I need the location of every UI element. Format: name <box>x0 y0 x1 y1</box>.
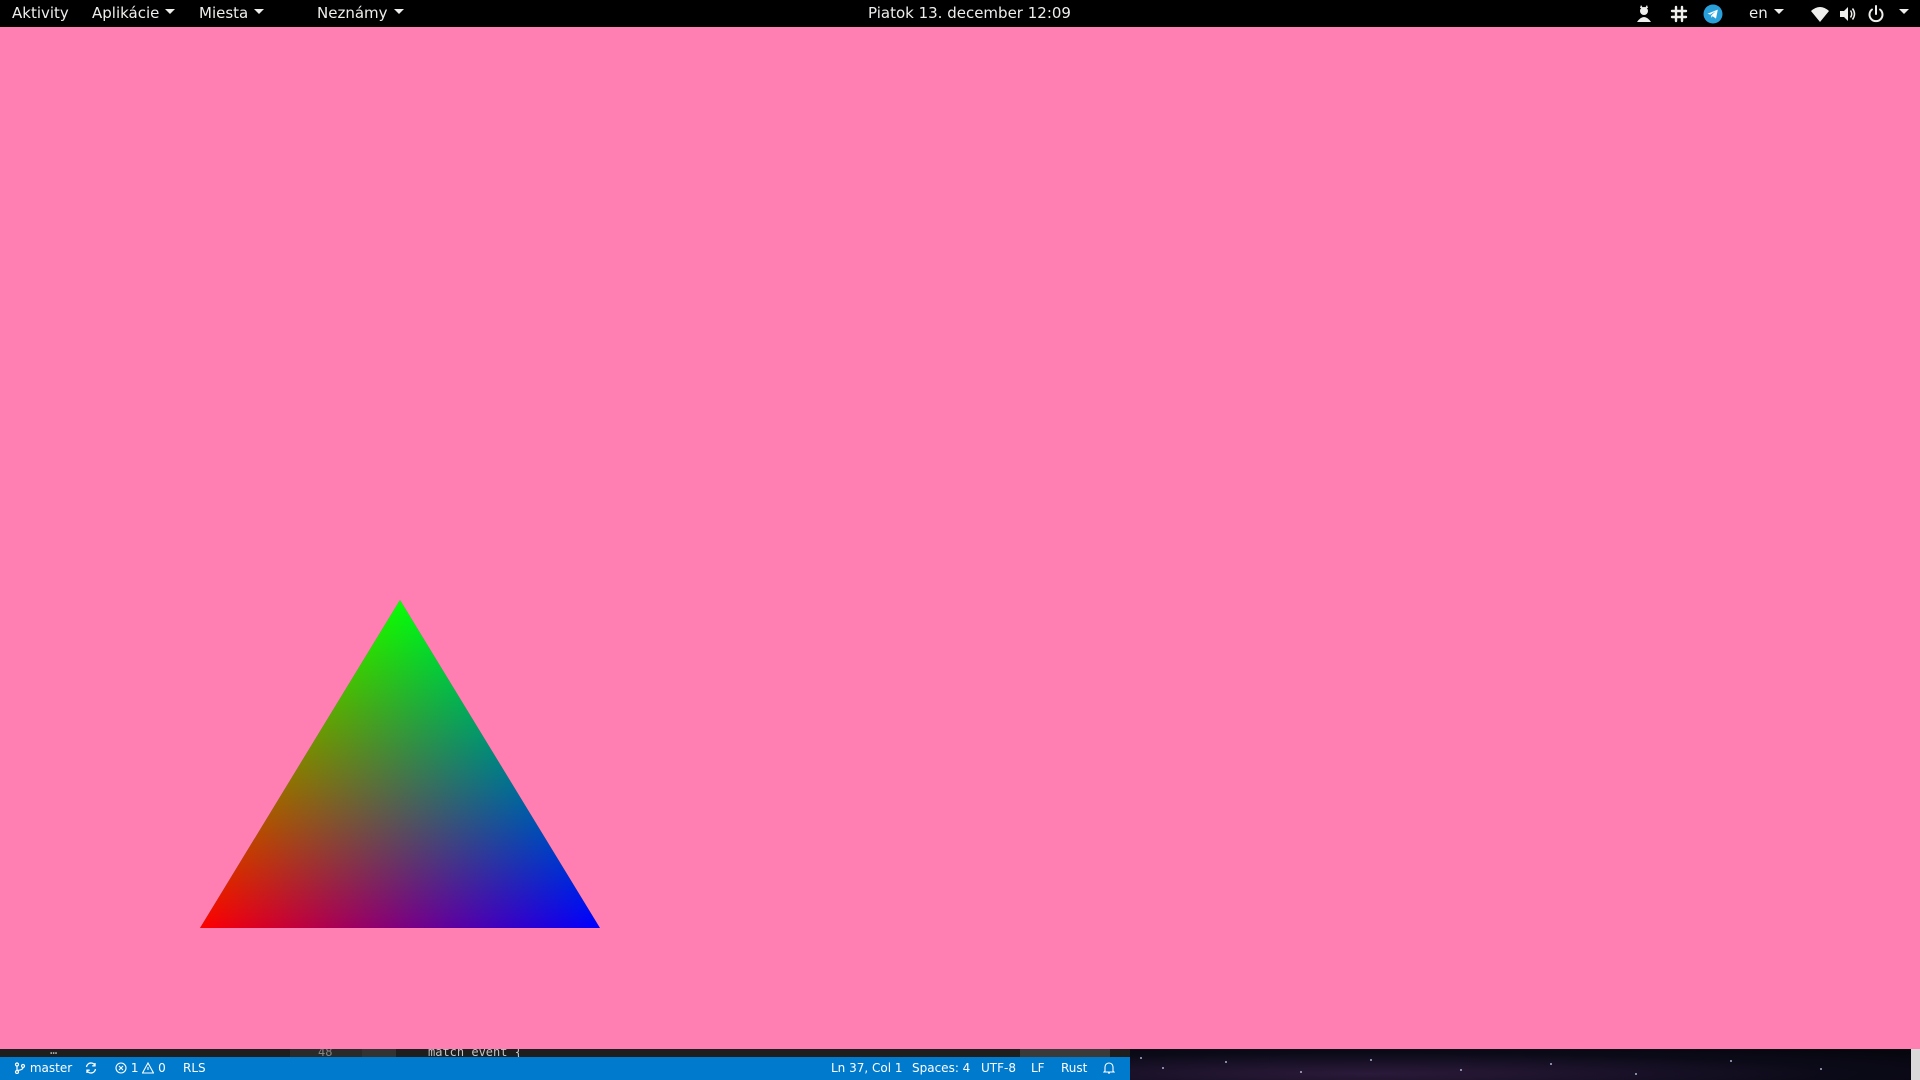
desktop-wallpaper <box>1130 1049 1920 1080</box>
error-icon <box>115 1061 127 1074</box>
star <box>1225 1061 1227 1063</box>
line-ending-label: LF <box>1031 1061 1045 1075</box>
clock-label: Piatok 13. december 12:09 <box>868 4 1071 22</box>
indentation-label: Spaces: 4 <box>912 1061 971 1075</box>
editor-status-bar: master 1 0 RLS Ln 37, Col 1 Spaces: 4 UT… <box>0 1057 1130 1080</box>
places-menu[interactable]: Miesta <box>199 0 265 27</box>
star <box>1370 1059 1372 1061</box>
desktop: Aktivity Aplikácie Miesta Neznámy Piatok… <box>0 0 1920 1080</box>
cursor-position[interactable]: Ln 37, Col 1 <box>831 1057 903 1080</box>
chevron-down-icon <box>165 9 176 14</box>
explorer-peek-text: … <box>50 1049 58 1057</box>
star <box>1635 1073 1637 1075</box>
applications-label: Aplikácie <box>92 4 160 22</box>
notifications-button[interactable] <box>1102 1057 1116 1080</box>
horizontal-scrollbar[interactable] <box>1020 1049 1110 1057</box>
star <box>1820 1068 1822 1070</box>
app-menu-label: Neznámy <box>317 4 388 22</box>
star <box>1162 1067 1164 1069</box>
gutter-divider <box>362 1049 396 1057</box>
wifi-icon[interactable] <box>1810 4 1830 24</box>
cats-app-icon[interactable] <box>1634 4 1654 24</box>
sync-button[interactable] <box>84 1057 98 1080</box>
applications-menu[interactable]: Aplikácie <box>92 0 176 27</box>
star <box>1730 1060 1732 1062</box>
clock[interactable]: Piatok 13. december 12:09 <box>868 0 1071 27</box>
indentation-item[interactable]: Spaces: 4 <box>912 1057 970 1080</box>
git-branch-label: master <box>29 1061 73 1075</box>
rgb-triangle <box>200 600 600 928</box>
rls-status[interactable]: RLS <box>183 1057 206 1080</box>
chevron-down-icon <box>1899 9 1909 14</box>
star <box>1300 1071 1302 1073</box>
language-mode-label: Rust <box>1061 1061 1088 1075</box>
places-label: Miesta <box>199 4 249 22</box>
language-mode-item[interactable]: Rust <box>1061 1057 1087 1080</box>
gnome-top-bar: Aktivity Aplikácie Miesta Neznámy Piatok… <box>0 0 1920 27</box>
sync-icon <box>85 1061 97 1074</box>
volume-icon[interactable] <box>1838 4 1858 24</box>
warning-count: 0 <box>158 1061 166 1075</box>
keyboard-layout-label: en <box>1749 4 1768 22</box>
activities-button[interactable]: Aktivity <box>12 0 69 27</box>
git-branch-item[interactable]: master <box>14 1057 72 1080</box>
git-branch-icon <box>14 1061 26 1074</box>
line-ending-item[interactable]: LF <box>1031 1057 1045 1080</box>
keyboard-layout-menu[interactable]: en <box>1749 0 1784 27</box>
gl-render-window[interactable] <box>0 27 1920 1049</box>
app-menu[interactable]: Neznámy <box>317 0 404 27</box>
problems-item[interactable]: 1 0 <box>115 1057 166 1080</box>
code-line: match event { <box>428 1049 522 1057</box>
chevron-down-icon <box>254 9 265 14</box>
system-menu-caret[interactable] <box>1893 0 1909 27</box>
rls-label: RLS <box>183 1061 206 1075</box>
editor-peek: … 48 match event { <box>0 1049 1130 1057</box>
encoding-item[interactable]: UTF-8 <box>981 1057 1016 1080</box>
star <box>1550 1063 1552 1065</box>
encoding-label: UTF-8 <box>981 1061 1016 1075</box>
bell-icon <box>1102 1062 1116 1074</box>
cursor-position-label: Ln 37, Col 1 <box>831 1061 903 1075</box>
chevron-down-icon <box>393 9 404 14</box>
window-edge <box>1911 1049 1920 1080</box>
star <box>1460 1069 1462 1071</box>
activities-label: Aktivity <box>12 4 69 22</box>
star <box>1140 1057 1142 1059</box>
power-icon[interactable] <box>1866 4 1886 24</box>
chevron-down-icon <box>1773 9 1784 14</box>
slack-icon[interactable] <box>1669 4 1689 24</box>
error-count: 1 <box>130 1061 139 1075</box>
telegram-icon[interactable] <box>1703 4 1723 24</box>
warning-icon <box>141 1061 155 1074</box>
line-number: 48 <box>318 1049 333 1057</box>
